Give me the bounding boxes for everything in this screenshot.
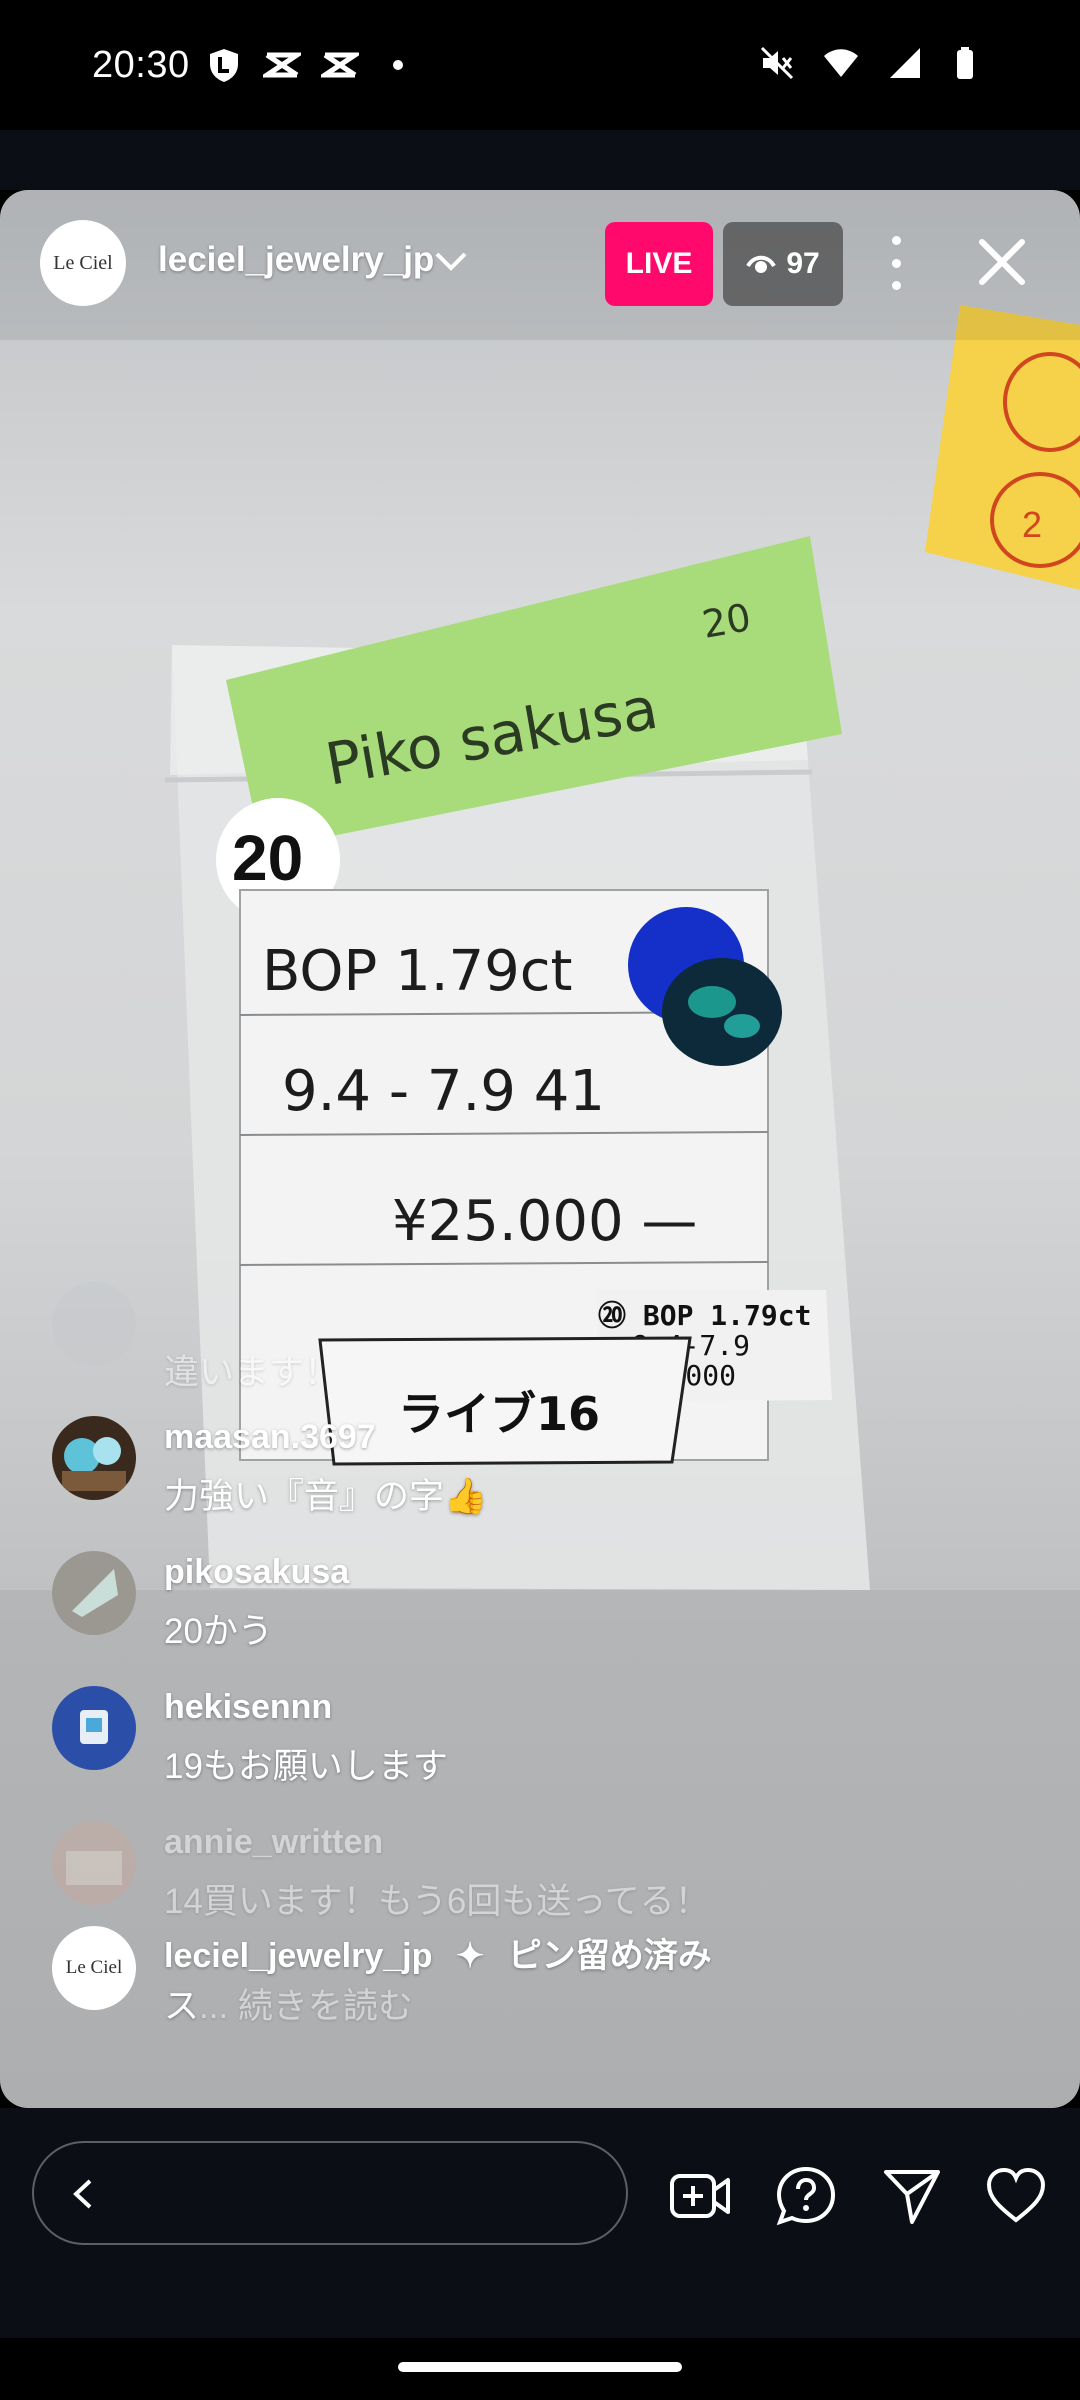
pinned-comment-header: leciel_jewelry_jp ✦ ピン留め済み [164, 1928, 712, 1977]
shield-l-icon [210, 49, 238, 82]
comment-username[interactable]: annie_written [164, 1823, 383, 1862]
dot [891, 258, 901, 268]
status-bar: 20:30 [0, 0, 1080, 130]
comment-text-row: ス... 続きを読む [164, 1978, 413, 2029]
pin-icon: ✦ [455, 1937, 485, 1975]
yellow-note: 2 [925, 305, 1080, 590]
chevron-left-icon[interactable] [68, 2177, 98, 2211]
video-frame: 2 Piko sakusa 20 20 BOP 1.79ct 9.4 - 7.9… [0, 190, 1080, 2108]
question-icon[interactable] [774, 2164, 838, 2228]
comment-input[interactable] [32, 2141, 628, 2245]
status-time: 20:30 [92, 44, 190, 86]
system-icons [758, 44, 988, 82]
pinned-label: ピン留め済み [507, 1937, 712, 1975]
comment-text: ス [164, 1987, 200, 2026]
wifi-icon [824, 49, 858, 77]
comment-text: 力強い『音』の字👍 [164, 1477, 488, 1516]
mute-icon [760, 46, 794, 80]
host-avatar[interactable]: Le Ciel [40, 220, 126, 306]
comment-username[interactable]: hekisennn [164, 1688, 332, 1727]
avatar[interactable] [52, 1416, 136, 1500]
read-more-link[interactable]: ... 続きを読む [199, 1987, 413, 2026]
comment-text: 20かう [164, 1612, 273, 1651]
close-icon[interactable] [976, 236, 1028, 288]
comment-username[interactable]: pikosakusa [164, 1553, 349, 1592]
notification-icons [205, 46, 417, 84]
sticker-number: 20 [232, 822, 303, 894]
home-indicator[interactable] [398, 2362, 682, 2372]
add-video-icon[interactable] [668, 2164, 732, 2228]
battery-icon [957, 47, 973, 79]
host-username[interactable]: leciel_jewelry_jp [158, 240, 434, 280]
signal-icon [890, 48, 920, 78]
chevron-down-icon[interactable] [433, 246, 469, 276]
live-tag-text: ライブ16 [398, 1387, 600, 1441]
sticky-number: 20 [699, 595, 754, 647]
bottom-bar [0, 2108, 1080, 2338]
viewer-count-badge[interactable]: 97 [723, 222, 843, 306]
avatar[interactable] [52, 1686, 136, 1770]
comment-text: 違います！ [164, 1353, 340, 1392]
live-badge: LIVE [605, 222, 713, 306]
live-video[interactable]: 2 Piko sakusa 20 20 BOP 1.79ct 9.4 - 7.9… [0, 190, 1080, 2108]
avatar [52, 1282, 136, 1366]
card-line-3: ¥25.000 — [392, 1189, 697, 1254]
send-icon[interactable] [880, 2164, 944, 2228]
comment-username[interactable]: maasan.3697 [164, 1418, 376, 1457]
svg-text:2: 2 [1022, 504, 1042, 545]
dot [891, 236, 901, 245]
comment-text: 14買います！もう6回も送ってる！ [164, 1882, 710, 1921]
dot [891, 281, 901, 290]
card-line-1: BOP 1.79ct [262, 939, 573, 1004]
more-options-button[interactable] [876, 230, 916, 296]
viewer-count: 97 [786, 247, 820, 280]
eye-icon [746, 255, 777, 273]
comment-text: 19もお願いします [164, 1747, 448, 1786]
dot-icon [393, 60, 403, 70]
card-line-2: 9.4 - 7.9 41 [282, 1059, 605, 1124]
capcut-icon [321, 52, 359, 78]
avatar[interactable] [52, 1551, 136, 1635]
avatar[interactable] [52, 1821, 136, 1905]
heart-icon[interactable] [984, 2164, 1048, 2228]
top-gap [0, 130, 1080, 190]
comment-username[interactable]: leciel_jewelry_jp [164, 1937, 432, 1975]
label-line-1: ⑳ BOP 1.79ct [598, 1299, 811, 1332]
capcut-icon [263, 52, 301, 78]
avatar[interactable]: Le Ciel [52, 1926, 136, 2010]
